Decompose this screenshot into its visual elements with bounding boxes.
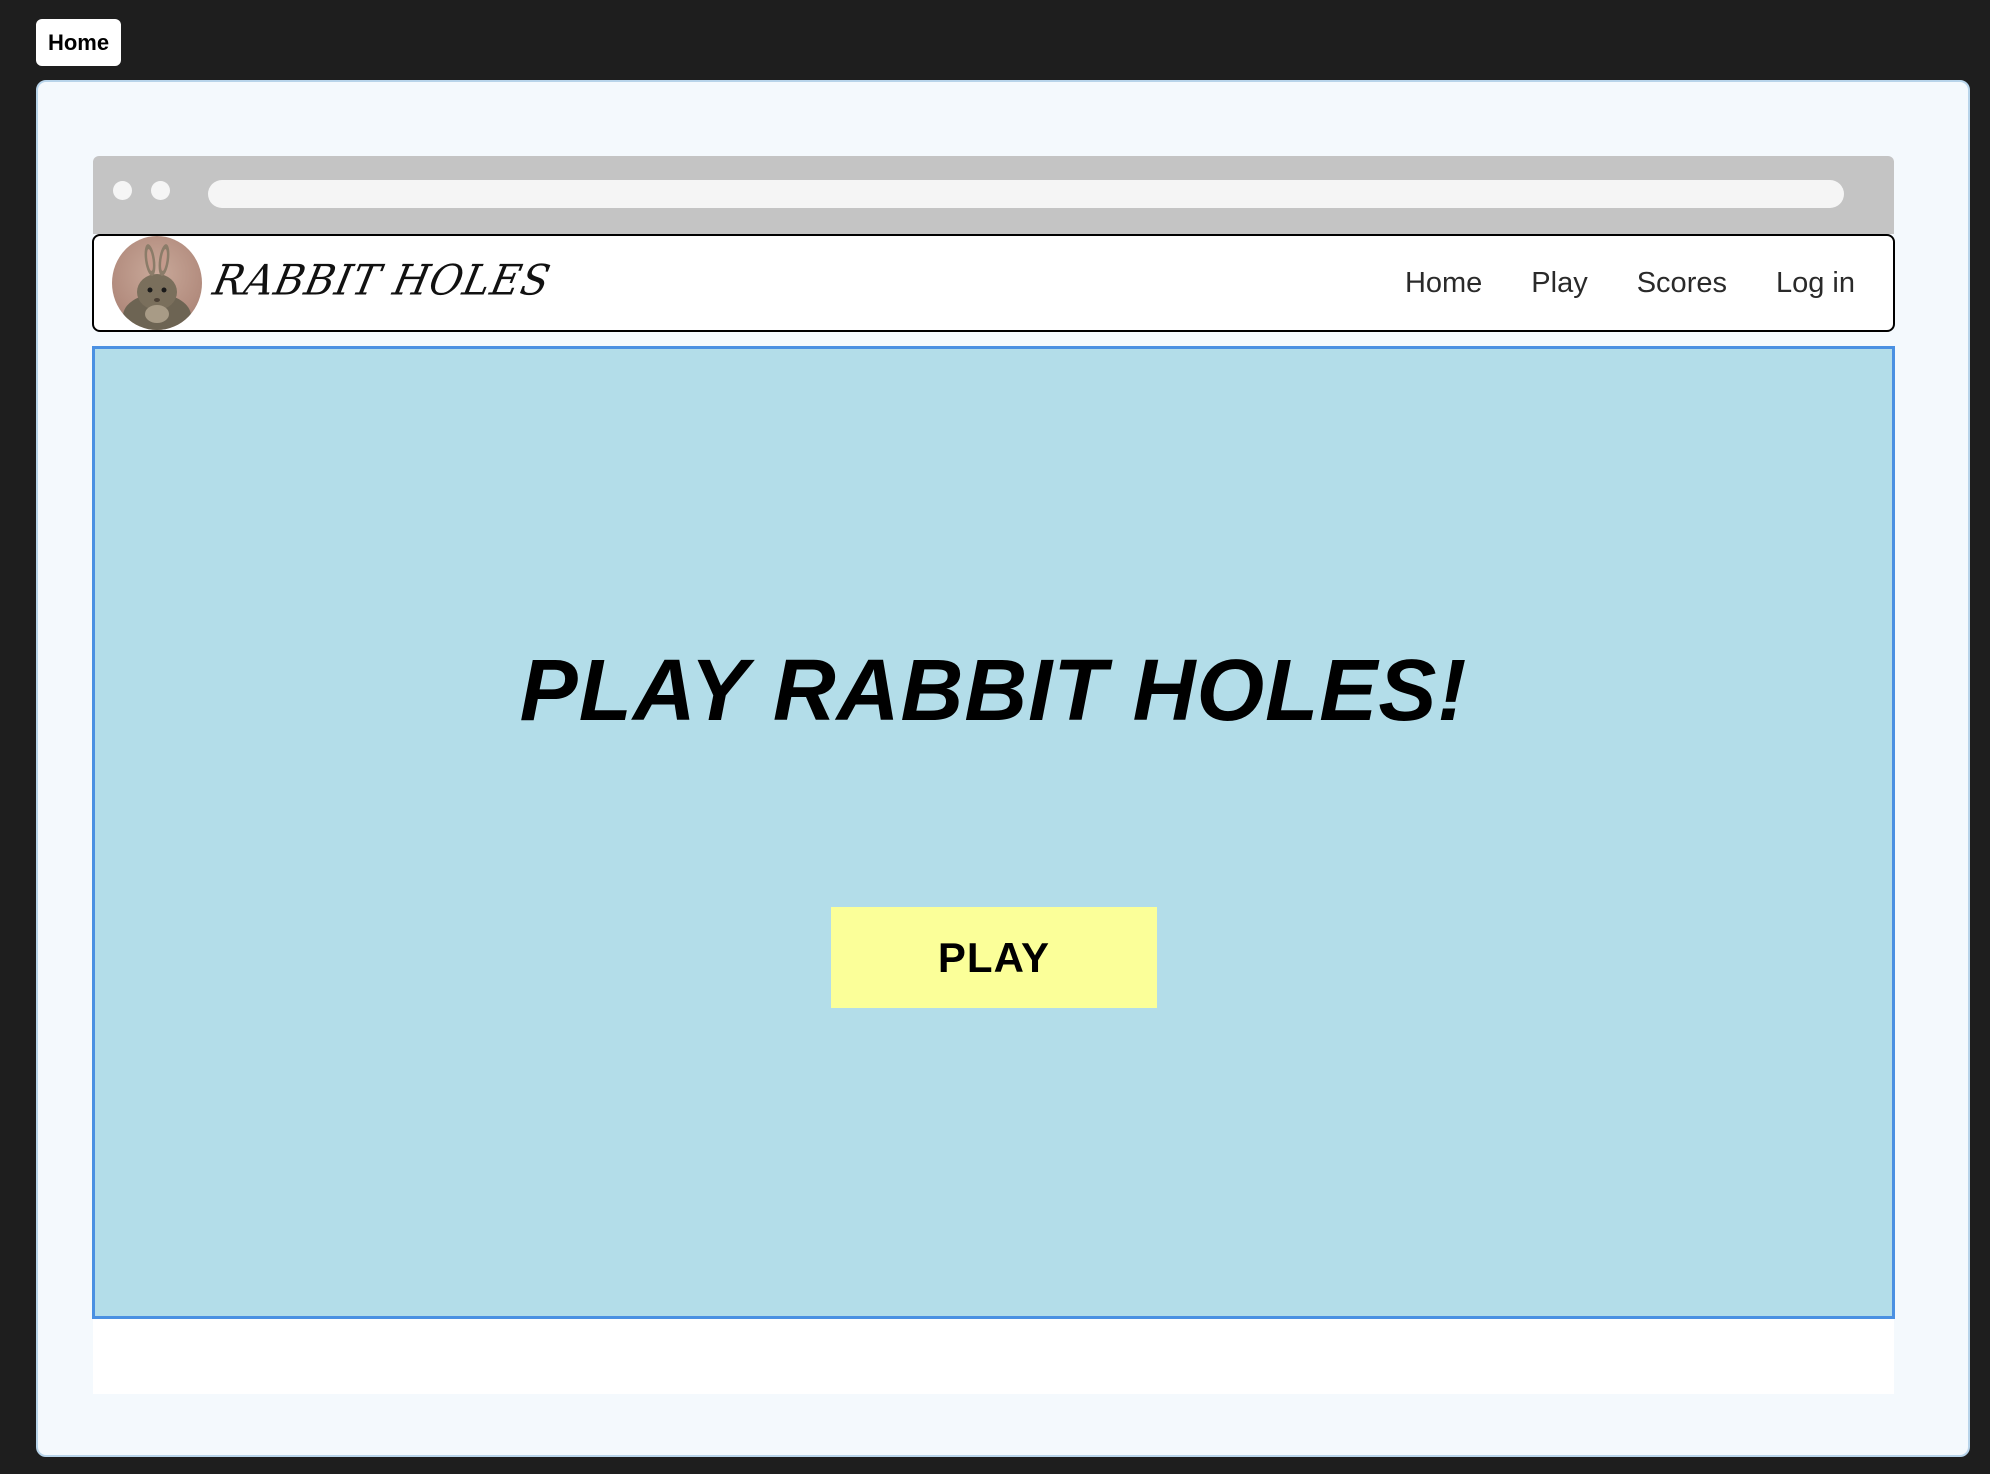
browser-chrome xyxy=(93,156,1894,234)
nav-link-scores[interactable]: Scores xyxy=(1637,267,1727,300)
hero-section: PLAY RABBIT HOLES! PLAY xyxy=(92,346,1895,1319)
window-dot-icon xyxy=(113,181,132,200)
page-footer xyxy=(93,1319,1894,1394)
nav-link-play[interactable]: Play xyxy=(1531,267,1587,300)
frame-tab-home[interactable]: Home xyxy=(36,19,121,66)
rabbit-illustration xyxy=(123,244,191,330)
hero-title: PLAY RABBIT HOLES! xyxy=(519,642,1468,739)
nav-link-home[interactable]: Home xyxy=(1405,267,1482,300)
site-logo-text[interactable]: RABBIT HOLES xyxy=(209,257,555,305)
rabbit-avatar-icon[interactable] xyxy=(112,236,202,330)
address-bar[interactable] xyxy=(208,180,1844,208)
nav-link-login[interactable]: Log in xyxy=(1776,267,1855,300)
site-navbar: RABBIT HOLES Home Play Scores Log in xyxy=(92,234,1895,332)
window-dot-icon xyxy=(151,181,170,200)
site-nav-links: Home Play Scores Log in xyxy=(1405,236,1855,330)
play-button[interactable]: PLAY xyxy=(831,907,1157,1008)
